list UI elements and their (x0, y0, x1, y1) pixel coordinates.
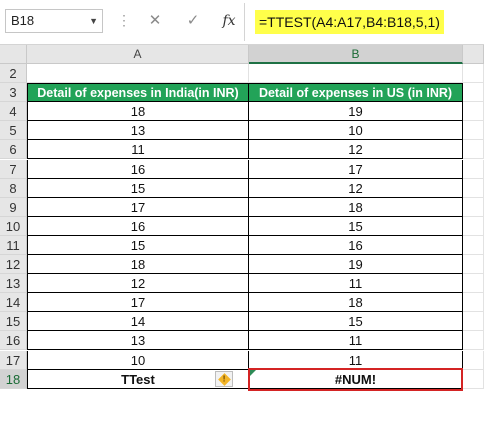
row-header[interactable]: 6 (0, 140, 27, 159)
cell-empty[interactable] (463, 179, 484, 198)
table-cell-us[interactable]: 19 (249, 102, 463, 121)
ttest-result[interactable]: #NUM! (249, 370, 463, 389)
table-cell-india[interactable]: 14 (27, 312, 249, 331)
table-cell-us[interactable]: 11 (249, 351, 463, 370)
cell-empty[interactable] (463, 83, 484, 102)
cell-empty[interactable] (463, 370, 484, 389)
table-cell-india[interactable]: 10 (27, 351, 249, 370)
table-cell-us[interactable]: 17 (249, 160, 463, 179)
table-cell-us[interactable]: 19 (249, 255, 463, 274)
cell-empty[interactable] (27, 64, 249, 83)
row-header[interactable]: 15 (0, 312, 27, 331)
cell-empty[interactable] (249, 64, 463, 83)
table-cell-india[interactable]: 15 (27, 179, 249, 198)
error-indicator-icon (250, 370, 256, 376)
cell-empty[interactable] (463, 160, 484, 179)
table-cell-us[interactable]: 10 (249, 121, 463, 140)
name-box[interactable]: B18 ▼ (5, 9, 103, 33)
table-cell-india[interactable]: 15 (27, 236, 249, 255)
table-cell-us[interactable]: 15 (249, 217, 463, 236)
warning-icon[interactable]: ! (215, 371, 233, 387)
fx-icon[interactable]: fx (219, 9, 239, 33)
column-header-a[interactable]: A (27, 45, 249, 64)
formula-text: =TTEST(A4:A17,B4:B18,5,1) (255, 10, 444, 34)
row-header[interactable]: 17 (0, 351, 27, 370)
cell-empty[interactable] (463, 140, 484, 159)
table-cell-india[interactable]: 16 (27, 217, 249, 236)
column-header-c[interactable] (463, 45, 484, 64)
cell-empty[interactable] (463, 312, 484, 331)
row-header[interactable]: 14 (0, 293, 27, 312)
table-cell-us[interactable]: 18 (249, 293, 463, 312)
cell-empty[interactable] (463, 255, 484, 274)
cell-empty[interactable] (463, 274, 484, 293)
table-cell-us[interactable]: 16 (249, 236, 463, 255)
row-header[interactable]: 10 (0, 217, 27, 236)
name-box-value: B18 (11, 13, 35, 28)
select-all-corner[interactable] (0, 45, 27, 64)
table-cell-india[interactable]: 12 (27, 274, 249, 293)
row-header[interactable]: 18 (0, 370, 27, 389)
table-cell-india[interactable]: 16 (27, 160, 249, 179)
table-header-india[interactable]: Detail of expenses in India(in INR) (27, 83, 249, 102)
check-icon[interactable]: ✓ (183, 9, 203, 33)
chevron-down-icon[interactable]: ▼ (89, 10, 98, 32)
table-cell-us[interactable]: 15 (249, 312, 463, 331)
cell-empty[interactable] (463, 293, 484, 312)
formula-bar: B18 ▼ ⋮ ✕ ✓ fx =TTEST(A4:A17,B4:B18,5,1) (0, 0, 484, 45)
table-cell-us[interactable]: 12 (249, 140, 463, 159)
row-header[interactable]: 8 (0, 179, 27, 198)
cell-empty[interactable] (463, 121, 484, 140)
table-cell-india[interactable]: 13 (27, 331, 249, 350)
row-header[interactable]: 11 (0, 236, 27, 255)
row-header[interactable]: 2 (0, 64, 27, 83)
table-header-us[interactable]: Detail of expenses in US (in INR) (249, 83, 463, 102)
row-header[interactable]: 3 (0, 83, 27, 102)
table-cell-india[interactable]: 17 (27, 198, 249, 217)
row-header[interactable]: 9 (0, 198, 27, 217)
cell-empty[interactable] (463, 331, 484, 350)
cell-empty[interactable] (463, 351, 484, 370)
cell-empty[interactable] (463, 217, 484, 236)
cell-empty[interactable] (463, 64, 484, 83)
row-header[interactable]: 5 (0, 121, 27, 140)
row-header[interactable]: 12 (0, 255, 27, 274)
row-header[interactable]: 4 (0, 102, 27, 121)
table-cell-india[interactable]: 18 (27, 255, 249, 274)
cell-empty[interactable] (463, 198, 484, 217)
table-cell-india[interactable]: 17 (27, 293, 249, 312)
formula-bar-grip[interactable]: ⋮ (117, 9, 131, 33)
table-cell-india[interactable]: 18 (27, 102, 249, 121)
table-cell-us[interactable]: 12 (249, 179, 463, 198)
row-header[interactable]: 7 (0, 160, 27, 179)
formula-input[interactable]: =TTEST(A4:A17,B4:B18,5,1) (244, 3, 484, 41)
table-cell-india[interactable]: 11 (27, 140, 249, 159)
close-icon[interactable]: ✕ (145, 9, 165, 33)
table-cell-us[interactable]: 11 (249, 274, 463, 293)
row-header[interactable]: 16 (0, 331, 27, 350)
table-cell-india[interactable]: 13 (27, 121, 249, 140)
table-cell-us[interactable]: 11 (249, 331, 463, 350)
column-header-b[interactable]: B (249, 45, 463, 64)
table-cell-us[interactable]: 18 (249, 198, 463, 217)
row-header[interactable]: 13 (0, 274, 27, 293)
cell-empty[interactable] (463, 236, 484, 255)
cell-empty[interactable] (463, 102, 484, 121)
